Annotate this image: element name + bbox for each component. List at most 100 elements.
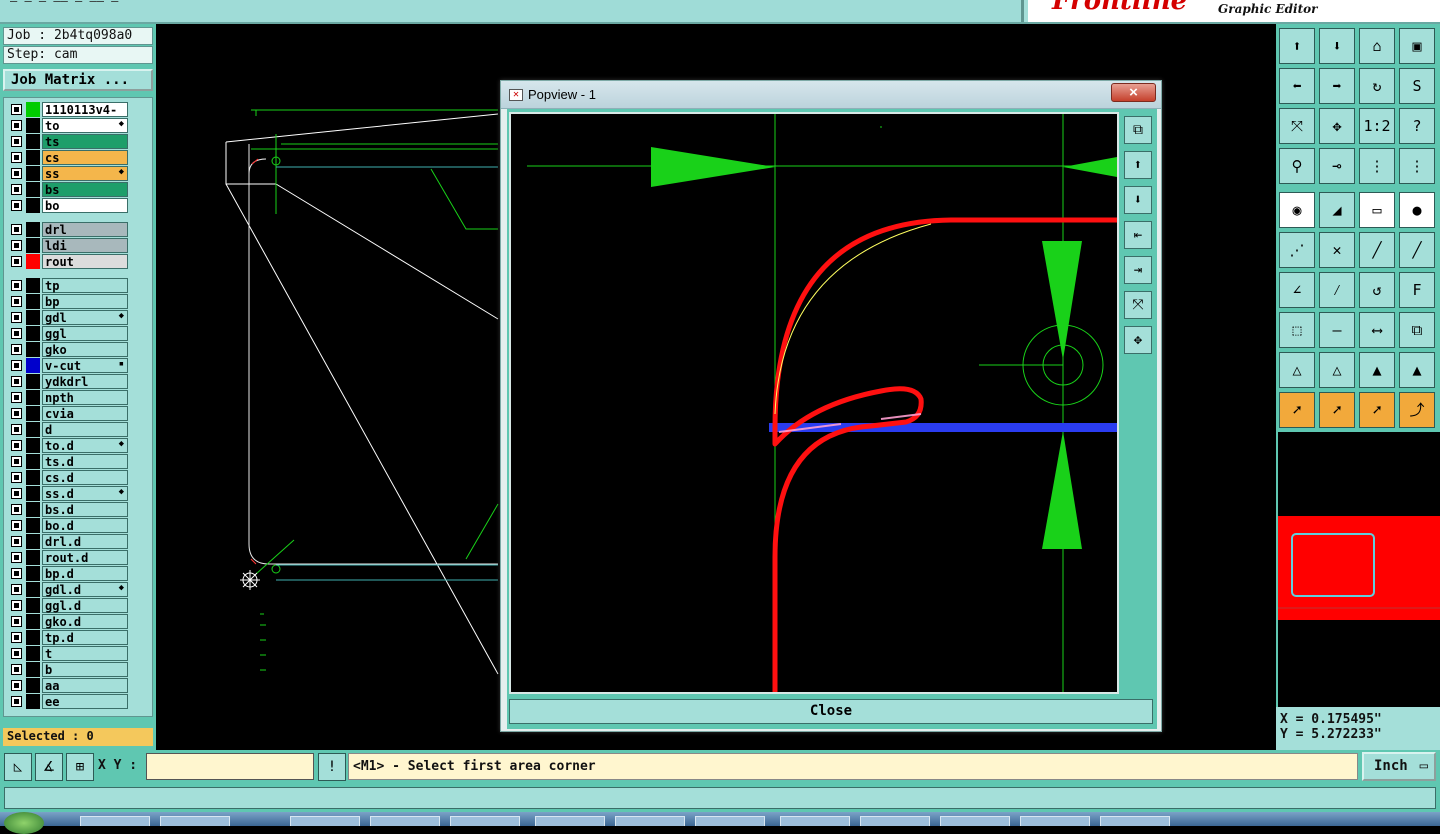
redraw-icon[interactable]: ↻	[1359, 68, 1395, 104]
layer-checkbox[interactable]	[11, 392, 22, 403]
angle-icon[interactable]: ∠	[1279, 272, 1315, 308]
layer-checkbox[interactable]	[11, 280, 22, 291]
layer-checkbox[interactable]	[11, 440, 22, 451]
layer-row[interactable]: bo.d	[8, 518, 128, 533]
layer-checkbox[interactable]	[11, 120, 22, 131]
zoom-out-icon[interactable]: ✥	[1319, 108, 1355, 144]
taskbar-button[interactable]	[290, 816, 360, 826]
layer-row[interactable]: ss.d ◆	[8, 486, 128, 501]
layer-checkbox[interactable]	[11, 632, 22, 643]
layer-row[interactable]: t	[8, 646, 128, 661]
pan-down-icon[interactable]: ⬇	[1319, 28, 1355, 64]
layer-checkbox[interactable]	[11, 664, 22, 675]
layer-name[interactable]: 1110113v4-20	[42, 102, 128, 131]
layer-name[interactable]: bo.d	[42, 518, 128, 533]
layer-row[interactable]: bp	[8, 294, 128, 309]
layer-row[interactable]: tp	[8, 278, 128, 293]
layer-checkbox[interactable]	[11, 408, 22, 419]
layer-row[interactable]: cs	[8, 150, 128, 165]
layer-name[interactable]: t	[42, 646, 128, 661]
layer-row[interactable]: b	[8, 662, 128, 677]
layer-checkbox[interactable]	[11, 680, 22, 691]
overview-map[interactable]	[1278, 516, 1440, 620]
layer-row[interactable]: ydkdrl	[8, 374, 128, 389]
xy-input[interactable]	[146, 753, 314, 780]
tri-icon[interactable]: △	[1279, 352, 1315, 388]
popview-close-button[interactable]: Close	[509, 699, 1153, 724]
exclamation-button-icon[interactable]: !	[318, 753, 346, 781]
layer-checkbox[interactable]	[11, 256, 22, 267]
layer-checkbox[interactable]	[11, 152, 22, 163]
layer-checkbox[interactable]	[11, 240, 22, 251]
layer-name[interactable]: gko.d	[42, 614, 128, 629]
layer-name[interactable]: npth	[42, 390, 128, 405]
layer-checkbox[interactable]	[11, 552, 22, 563]
layer-name[interactable]: bo	[42, 198, 128, 213]
popview-window[interactable]: ✕ Popview - 1 × ⧉ ⬆ ⬇ ⇤ ⇥ ⤧ ✥ Close	[500, 80, 1162, 732]
layer-checkbox[interactable]	[11, 344, 22, 355]
pan-right-icon[interactable]: ⇥	[1124, 256, 1152, 284]
text-icon[interactable]: F	[1399, 272, 1435, 308]
taskbar-button[interactable]	[1020, 816, 1090, 826]
layer-checkbox[interactable]	[11, 184, 22, 195]
layer-row[interactable]: ldi	[8, 238, 128, 253]
layer-name[interactable]: gdl	[42, 310, 128, 325]
layer-row[interactable]: 1110113v4-20	[8, 102, 128, 131]
angle-tool-icon[interactable]: ∡	[35, 753, 63, 781]
zoom-in-icon[interactable]: ⤧	[1124, 291, 1152, 319]
draw-icon[interactable]: ◢	[1319, 192, 1355, 228]
layer-name[interactable]: bs.d	[42, 502, 128, 517]
tri2-icon[interactable]: △	[1319, 352, 1355, 388]
layer-name[interactable]: cs.d	[42, 470, 128, 485]
layer-row[interactable]: ss ◆	[8, 166, 128, 181]
layer-checkbox[interactable]	[11, 136, 22, 147]
layer-name[interactable]: ydkdrl	[42, 374, 128, 389]
layer-row[interactable]: bp.d	[8, 566, 128, 581]
layer-row[interactable]: tp.d	[8, 630, 128, 645]
layer-name[interactable]: ee	[42, 694, 128, 709]
line-icon[interactable]: ╱	[1359, 232, 1395, 268]
layer-row[interactable]: ts.d	[8, 454, 128, 469]
zoom-fit-icon[interactable]: ⧉	[1124, 116, 1152, 144]
layer-row[interactable]: drl	[8, 222, 128, 237]
layer-checkbox[interactable]	[11, 456, 22, 467]
taskbar-button[interactable]	[860, 816, 930, 826]
route-icon[interactable]: ⤴	[1399, 392, 1435, 428]
layer-row[interactable]: v-cut ▪	[8, 358, 128, 373]
layer-row[interactable]: to.d ◆	[8, 438, 128, 453]
popview-close-x-button[interactable]: ×	[1111, 83, 1156, 102]
net2-icon[interactable]: ⋮	[1399, 148, 1435, 184]
dot-icon[interactable]: ●	[1399, 192, 1435, 228]
measure-icon[interactable]: ⚲	[1279, 148, 1315, 184]
probe-icon[interactable]: ⊸	[1319, 148, 1355, 184]
layer-row[interactable]: npth	[8, 390, 128, 405]
move-icon[interactable]: ⬚	[1279, 312, 1315, 348]
layer-name[interactable]: tp	[42, 278, 128, 293]
layer-name[interactable]: bp.d	[42, 566, 128, 581]
resize-icon[interactable]: ⟷	[1359, 312, 1395, 348]
pan-up-icon[interactable]: ⬆	[1279, 28, 1315, 64]
taskbar-button[interactable]	[535, 816, 605, 826]
taskbar-button[interactable]	[695, 816, 765, 826]
layer-checkbox[interactable]	[11, 568, 22, 579]
zoom-home-icon[interactable]: ⤧	[1279, 108, 1315, 144]
taskbar-button[interactable]	[450, 816, 520, 826]
layer-name[interactable]: cvia	[42, 406, 128, 421]
measure-tool-icon[interactable]: ◺	[4, 753, 32, 781]
layer-name[interactable]: ldi	[42, 238, 128, 253]
layer-checkbox[interactable]	[11, 648, 22, 659]
layer-checkbox[interactable]	[11, 536, 22, 547]
layer-checkbox[interactable]	[11, 224, 22, 235]
layer-name[interactable]: gdl.d	[42, 582, 128, 597]
pointer-circle-icon[interactable]: ➚	[1359, 392, 1395, 428]
popview-canvas[interactable]	[509, 112, 1120, 695]
layer-row[interactable]: d	[8, 422, 128, 437]
snap-grid-icon[interactable]: ⊞	[66, 753, 94, 781]
layer-name[interactable]: to	[42, 118, 128, 133]
layer-name[interactable]: ggl.d	[42, 598, 128, 613]
slash-icon[interactable]: ⁄	[1319, 272, 1355, 308]
layer-name[interactable]: drl.d	[42, 534, 128, 549]
taskbar-button[interactable]	[615, 816, 685, 826]
layer-name[interactable]: aa	[42, 678, 128, 693]
layer-name[interactable]: gko	[42, 342, 128, 357]
